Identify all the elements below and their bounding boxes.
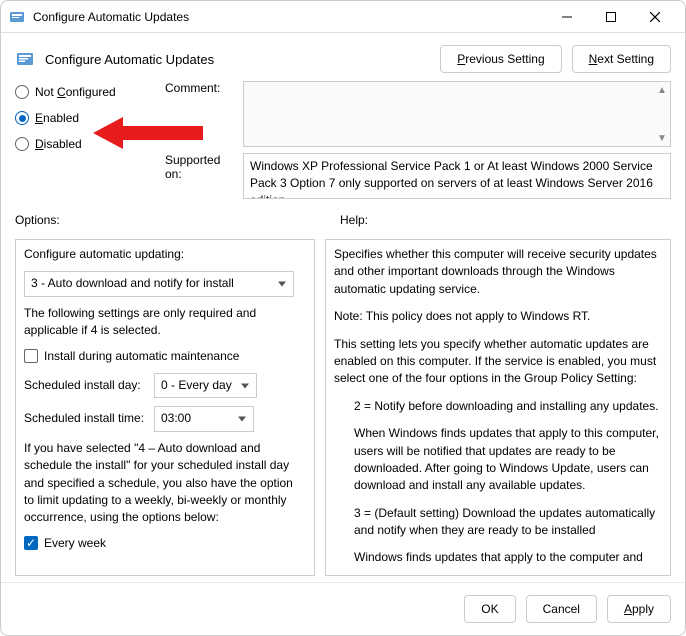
help-text: This setting lets you specify whether au… [334, 336, 662, 388]
comment-label: Comment: [165, 81, 235, 95]
checkbox-icon: ✓ [24, 536, 38, 550]
help-text: Windows finds updates that apply to the … [354, 549, 662, 566]
app-icon [9, 9, 25, 25]
scroll-down-icon[interactable]: ▼ [654, 130, 670, 146]
radio-disabled[interactable]: Disabled [15, 137, 155, 151]
help-text: 2 = Notify before downloading and instal… [354, 398, 662, 415]
radio-icon [15, 137, 29, 151]
supported-label: Supported on: [165, 153, 235, 181]
comment-textbox[interactable]: ▲ ▼ [243, 81, 671, 147]
supported-on-text: Windows XP Professional Service Pack 1 o… [243, 153, 671, 199]
apply-button[interactable]: Apply [607, 595, 671, 623]
install-day-label: Scheduled install day: [24, 377, 144, 394]
policy-icon [15, 49, 35, 69]
install-time-dropdown[interactable]: 03:00 [154, 406, 254, 431]
maximize-button[interactable] [589, 2, 633, 32]
help-text: When Windows finds updates that apply to… [354, 425, 662, 495]
close-button[interactable] [633, 2, 677, 32]
title-text: Configure Automatic Updates [33, 10, 545, 24]
install-maintenance-checkbox[interactable]: Install during automatic maintenance [24, 348, 306, 365]
header-title: Configure Automatic Updates [45, 52, 430, 67]
required-text: The following settings are only required… [24, 305, 306, 340]
radio-icon [15, 111, 29, 125]
next-setting-button[interactable]: Next Setting [572, 45, 671, 73]
configure-label: Configure automatic updating: [24, 246, 306, 263]
install-time-label: Scheduled install time: [24, 410, 144, 427]
schedule-para: If you have selected "4 – Auto download … [24, 440, 306, 527]
ok-button[interactable]: OK [464, 595, 515, 623]
minimize-button[interactable] [545, 2, 589, 32]
scroll-up-icon[interactable]: ▲ [654, 82, 670, 98]
radio-enabled[interactable]: Enabled [15, 111, 155, 125]
options-label: Options: [15, 213, 60, 227]
help-panel[interactable]: Specifies whether this computer will rec… [325, 239, 671, 576]
titlebar: Configure Automatic Updates [1, 1, 685, 33]
checkbox-icon [24, 349, 38, 363]
configure-dropdown[interactable]: 3 - Auto download and notify for install [24, 271, 294, 296]
install-day-dropdown[interactable]: 0 - Every day [154, 373, 257, 398]
help-text: Note: This policy does not apply to Wind… [334, 308, 662, 325]
options-panel[interactable]: Configure automatic updating: 3 - Auto d… [15, 239, 315, 576]
help-text: 3 = (Default setting) Download the updat… [354, 505, 662, 540]
cancel-button[interactable]: Cancel [526, 595, 597, 623]
help-label: Help: [340, 213, 368, 227]
radio-icon [15, 85, 29, 99]
radio-not-configured[interactable]: Not Configured [15, 85, 155, 99]
help-text: Specifies whether this computer will rec… [334, 246, 662, 298]
every-week-checkbox[interactable]: ✓ Every week [24, 535, 306, 552]
previous-setting-button[interactable]: Previous Setting [440, 45, 561, 73]
